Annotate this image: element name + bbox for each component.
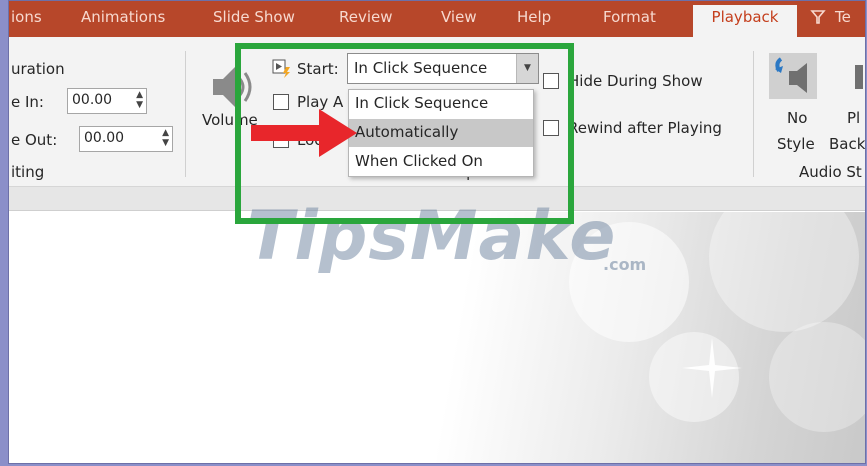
stepper-arrows-icon[interactable]: ▲ ▼ [136,90,143,110]
tab-animations[interactable]: Animations [81,8,165,26]
tab-view[interactable]: View [441,8,477,26]
rewind-after-playing-label: Rewind after Playing [568,119,722,137]
play-in-background-icon[interactable] [855,65,863,89]
group-divider [185,51,186,177]
no-style-icon[interactable] [769,53,817,99]
duration-label: uration [11,60,65,78]
fade-in-value: 00.00 [72,92,113,108]
red-arrow-icon [251,105,357,165]
tell-me-icon[interactable] [809,8,827,30]
no-style-label-line1[interactable]: No [787,109,807,127]
bokeh-decoration [769,322,865,432]
play-in-background-label-line2[interactable]: Back [829,135,865,153]
tab-playback[interactable]: Playback [693,5,797,37]
fade-out-stepper[interactable]: 00.00 ▲ ▼ [79,126,173,152]
tab-format[interactable]: Format [603,8,656,26]
group-divider [753,51,754,177]
editing-group-label: iting [11,163,45,181]
tab-review[interactable]: Review [339,8,393,26]
fade-in-stepper[interactable]: 00.00 ▲ ▼ [67,88,147,114]
hide-during-show-label: Hide During Show [568,72,703,90]
audio-styles-group-label: Audio St [799,163,862,181]
bokeh-decoration [709,212,859,332]
fade-out-value: 00.00 [84,130,125,146]
ribbon-tab-bar: ions Animations Slide Show Review View H… [9,1,865,37]
stepper-arrows-icon[interactable]: ▲ ▼ [162,128,169,148]
tab-transitions[interactable]: ions [11,8,42,26]
fade-out-label: e Out: [11,131,58,149]
no-style-label-line2[interactable]: Style [777,135,815,153]
tab-help[interactable]: Help [517,8,551,26]
tab-slide-show[interactable]: Slide Show [213,8,295,26]
play-in-background-label-line1[interactable]: Pl [847,109,860,127]
sparkle-icon [682,338,742,398]
watermark-suffix: .com [603,255,647,274]
tab-tell-me[interactable]: Te [835,8,851,26]
app-window: ions Animations Slide Show Review View H… [8,0,866,464]
fade-in-label: e In: [11,93,44,111]
